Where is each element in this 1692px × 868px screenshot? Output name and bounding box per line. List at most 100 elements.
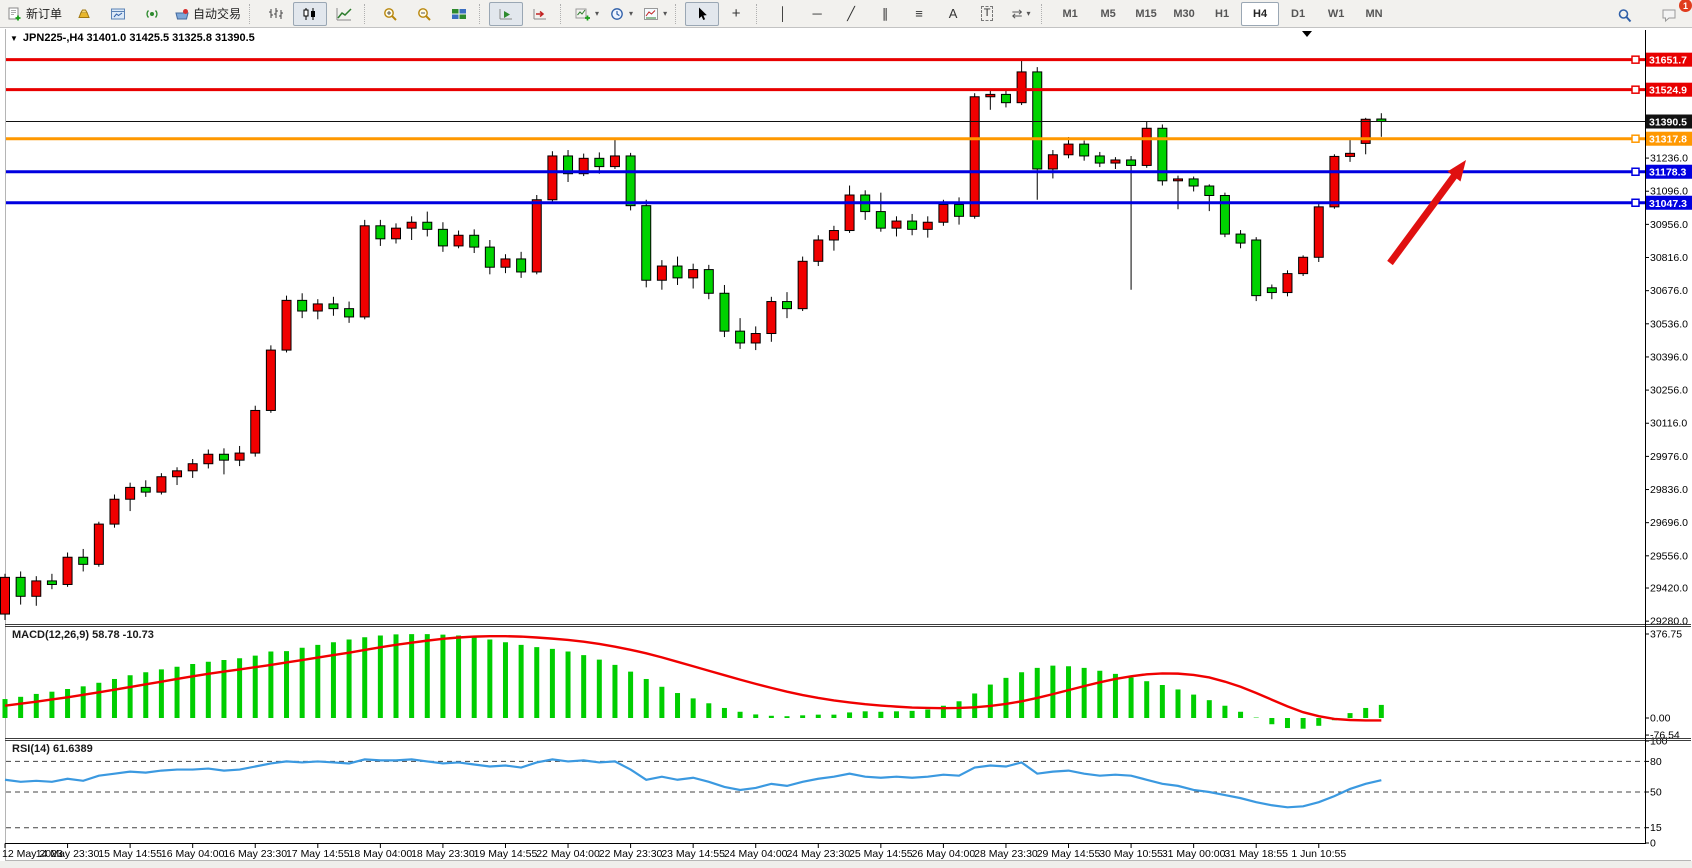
price-axis-tick: 30536.0 bbox=[1650, 318, 1688, 330]
candle-body bbox=[845, 195, 854, 231]
chart-ohlc-values: 31401.0 31425.5 31325.8 31390.5 bbox=[87, 32, 255, 44]
candle-body bbox=[751, 334, 760, 343]
candle-body bbox=[63, 557, 72, 584]
candle-body bbox=[829, 231, 838, 240]
rsi-axis-tick: 80 bbox=[1650, 756, 1662, 768]
chart-canvas[interactable]: 1008050150376.750.00-76.5431516.031376.0… bbox=[0, 0, 1692, 868]
price-line-badge-label: 31047.3 bbox=[1649, 198, 1687, 210]
candle-body bbox=[908, 221, 917, 229]
candle-body bbox=[610, 156, 619, 167]
candle-body bbox=[1001, 94, 1010, 102]
candle-body bbox=[689, 270, 698, 278]
line-handle[interactable] bbox=[1632, 168, 1639, 175]
candle-body bbox=[1048, 155, 1057, 169]
candle-body bbox=[219, 454, 228, 460]
candle-body bbox=[970, 97, 979, 217]
status-strip bbox=[0, 861, 1692, 868]
candle-body bbox=[251, 410, 260, 453]
candle-body bbox=[642, 206, 651, 281]
macd-axis-tick: 376.75 bbox=[1650, 628, 1682, 640]
candle-body bbox=[1, 577, 10, 614]
candle-body bbox=[923, 222, 932, 229]
candle-body bbox=[345, 309, 354, 317]
candle-body bbox=[1017, 72, 1026, 103]
candle-body bbox=[814, 240, 823, 261]
time-axis-label: 1 Jun 10:55 bbox=[1291, 848, 1346, 860]
candle-body bbox=[470, 235, 479, 247]
candle-body bbox=[798, 261, 807, 308]
time-axis-label: 22 May 04:00 bbox=[536, 848, 600, 860]
candle-body bbox=[1127, 160, 1136, 165]
candle-body bbox=[626, 156, 635, 206]
candle-body bbox=[704, 270, 713, 294]
candle-body bbox=[1189, 179, 1198, 186]
candle-body bbox=[157, 477, 166, 492]
time-axis-label: 23 May 14:55 bbox=[661, 848, 725, 860]
candle-body bbox=[485, 247, 494, 267]
candle-body bbox=[548, 156, 557, 200]
candle-body bbox=[47, 581, 56, 585]
price-axis-tick: 29836.0 bbox=[1650, 484, 1688, 496]
price-axis-tick: 29420.0 bbox=[1650, 583, 1688, 595]
price-axis-tick: 29280.0 bbox=[1650, 616, 1688, 628]
price-line-badge-label: 31524.9 bbox=[1649, 85, 1687, 97]
candle-body bbox=[955, 204, 964, 216]
candle-body bbox=[1346, 153, 1355, 156]
candle-body bbox=[939, 204, 948, 222]
candle-body bbox=[188, 464, 197, 471]
line-handle[interactable] bbox=[1632, 199, 1639, 206]
time-axis-label: 18 May 04:00 bbox=[349, 848, 413, 860]
candle-body bbox=[1236, 234, 1245, 243]
candle-body bbox=[736, 331, 745, 343]
candle-body bbox=[501, 259, 510, 267]
price-axis-tick: 30956.0 bbox=[1650, 219, 1688, 231]
time-axis-label: 15 May 14:55 bbox=[98, 848, 162, 860]
chart-caption-collapse-icon[interactable]: ▼ bbox=[10, 34, 18, 43]
candle-body bbox=[282, 300, 291, 350]
time-axis-label: 31 May 00:00 bbox=[1162, 848, 1226, 860]
price-line-badge-label: 31390.5 bbox=[1649, 117, 1687, 129]
candle-body bbox=[1283, 274, 1292, 293]
candle-body bbox=[407, 222, 416, 228]
price-axis-tick: 29696.0 bbox=[1650, 517, 1688, 529]
candle-body bbox=[1205, 186, 1214, 195]
rsi-axis-tick: 50 bbox=[1650, 787, 1662, 799]
candle-body bbox=[329, 304, 338, 309]
candle-body bbox=[1080, 144, 1089, 156]
candle-body bbox=[986, 94, 995, 96]
candle-body bbox=[876, 212, 885, 229]
candle-body bbox=[1174, 179, 1183, 181]
candle-body bbox=[892, 221, 901, 228]
line-handle[interactable] bbox=[1632, 56, 1639, 63]
candle-body bbox=[595, 158, 604, 166]
time-axis-label: 28 May 23:30 bbox=[974, 848, 1038, 860]
rsi-axis-tick: 0 bbox=[1650, 838, 1656, 850]
candle-body bbox=[1299, 257, 1308, 273]
time-axis-label: 25 May 14:55 bbox=[849, 848, 913, 860]
time-axis-label: 26 May 04:00 bbox=[912, 848, 976, 860]
candle-body bbox=[1252, 240, 1261, 296]
candle-body bbox=[517, 259, 526, 272]
candle-body bbox=[454, 235, 463, 246]
candle-body bbox=[94, 524, 103, 564]
candle-body bbox=[298, 300, 307, 311]
candle-body bbox=[16, 577, 25, 596]
time-axis-label: 17 May 14:55 bbox=[286, 848, 350, 860]
line-handle[interactable] bbox=[1632, 86, 1639, 93]
candle-body bbox=[204, 454, 213, 463]
candle-body bbox=[173, 471, 182, 477]
candle-body bbox=[532, 200, 541, 272]
time-axis-label: 30 May 10:55 bbox=[1099, 848, 1163, 860]
candle-body bbox=[32, 581, 41, 596]
candle-body bbox=[720, 293, 729, 331]
line-handle[interactable] bbox=[1632, 135, 1639, 142]
time-axis-label: 24 May 04:00 bbox=[724, 848, 788, 860]
candle-body bbox=[1142, 128, 1151, 165]
time-axis-label: 14 May 23:30 bbox=[36, 848, 100, 860]
trading-terminal-window: { "toolbar": { "groups": [ {"name":"trad… bbox=[0, 0, 1692, 868]
time-axis-label: 16 May 04:00 bbox=[161, 848, 225, 860]
time-axis-label: 18 May 23:30 bbox=[411, 848, 475, 860]
macd-axis-tick: 0.00 bbox=[1650, 712, 1671, 724]
chart-caption: ▼JPN225-,H4 31401.0 31425.5 31325.8 3139… bbox=[10, 32, 255, 44]
candle-body bbox=[673, 266, 682, 278]
